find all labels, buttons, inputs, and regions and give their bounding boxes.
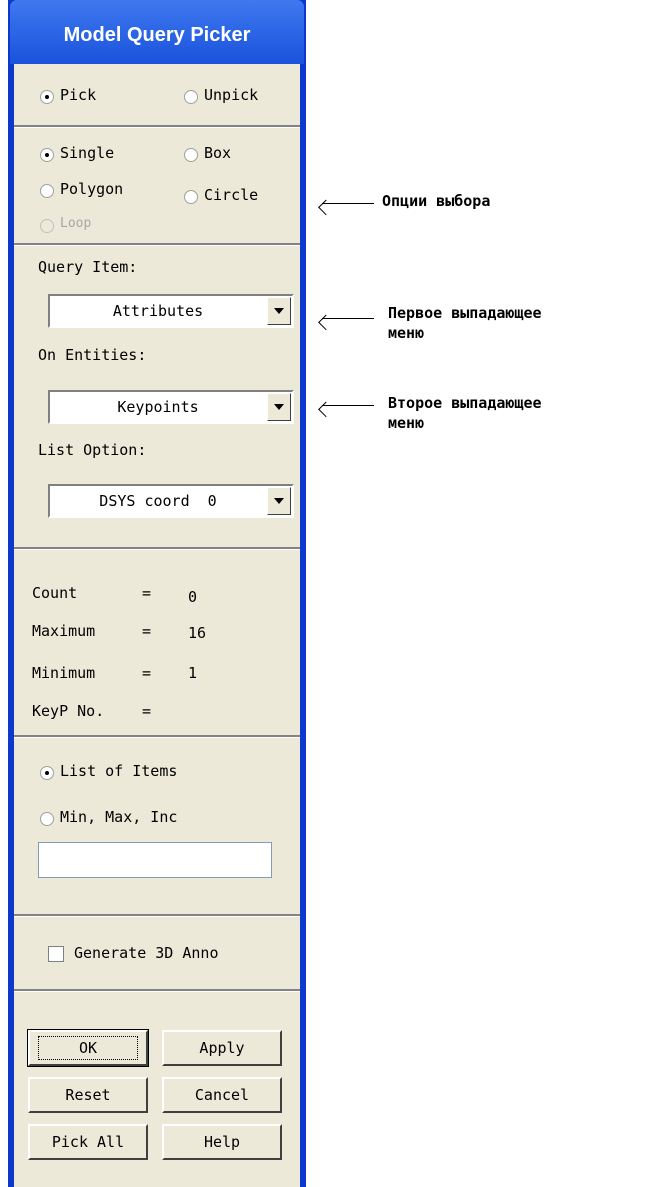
separator: [14, 914, 300, 917]
ok-button-label: OK: [37, 1036, 139, 1060]
pick-label: Pick: [60, 86, 97, 104]
loop-radio[interactable]: [40, 219, 54, 233]
circle-label: Circle: [204, 186, 259, 204]
help-button[interactable]: Help: [162, 1124, 282, 1160]
list-of-items-radio[interactable]: [40, 766, 54, 780]
unpick-radio[interactable]: [184, 90, 198, 104]
minimum-equals: =: [142, 664, 152, 682]
maximum-value: 16: [188, 624, 207, 642]
list-option-value: DSYS coord 0: [99, 492, 217, 510]
min-max-inc-label: Min, Max, Inc: [60, 808, 178, 826]
annotation-arrow-icon: [322, 203, 374, 204]
single-label: Single: [60, 144, 115, 162]
unpick-label: Unpick: [204, 86, 259, 104]
min-max-inc-radio[interactable]: [40, 812, 54, 826]
maximum-equals: =: [142, 622, 152, 640]
loop-label: Loop: [60, 216, 92, 231]
single-radio[interactable]: [40, 148, 54, 162]
count-value: 0: [188, 588, 198, 606]
count-equals: =: [142, 584, 152, 602]
list-option-label: List Option:: [38, 441, 147, 459]
annotation-first-dropdown-line1: Первое выпадающее: [388, 304, 542, 322]
on-entities-label: On Entities:: [38, 346, 147, 364]
query-item-label: Query Item:: [38, 258, 138, 276]
box-radio[interactable]: [184, 148, 198, 162]
separator: [14, 243, 300, 246]
on-entities-value: Keypoints: [117, 398, 199, 416]
dropdown-arrow-icon[interactable]: [267, 297, 291, 325]
keyp-equals: =: [142, 702, 152, 720]
window-title: Model Query Picker: [10, 0, 304, 64]
query-item-dropdown[interactable]: Attributes: [48, 294, 294, 328]
pick-all-button[interactable]: Pick All: [28, 1124, 148, 1160]
list-of-items-label: List of Items: [60, 762, 178, 780]
count-label: Count: [32, 584, 78, 602]
annotation-arrow-icon: [322, 405, 374, 406]
dropdown-arrow-icon[interactable]: [267, 487, 291, 515]
polygon-label: Polygon: [60, 180, 124, 198]
query-item-value: Attributes: [112, 302, 204, 320]
picker-window: Model Query Picker Pick Unpick Single Bo…: [8, 0, 306, 1187]
box-label: Box: [204, 144, 232, 162]
ok-button[interactable]: OK: [27, 1029, 149, 1067]
separator: [14, 547, 300, 550]
annotation-selection-options: Опции выбора: [382, 192, 491, 210]
reset-button[interactable]: Reset: [28, 1077, 148, 1113]
pick-items-input[interactable]: [38, 842, 272, 878]
window-client-area: Pick Unpick Single Box Polygon Circle Lo…: [14, 64, 300, 1187]
minimum-label: Minimum: [32, 664, 96, 682]
maximum-label: Maximum: [32, 622, 96, 640]
annotation-second-dropdown-line2: меню: [388, 414, 425, 432]
minimum-value: 1: [188, 664, 198, 682]
dropdown-arrow-icon[interactable]: [267, 393, 291, 421]
annotation-second-dropdown-line1: Второе выпадающее: [388, 394, 542, 412]
generate-3d-label: Generate 3D Anno: [74, 944, 219, 962]
list-option-dropdown[interactable]: DSYS coord 0: [48, 484, 294, 518]
annotation-first-dropdown-line2: меню: [388, 324, 425, 342]
pick-radio[interactable]: [40, 90, 54, 104]
generate-3d-checkbox[interactable]: [48, 946, 64, 962]
polygon-radio[interactable]: [40, 184, 54, 198]
circle-radio[interactable]: [184, 190, 198, 204]
separator: [14, 125, 300, 128]
apply-button[interactable]: Apply: [162, 1030, 282, 1066]
separator: [14, 735, 300, 738]
on-entities-dropdown[interactable]: Keypoints: [48, 390, 294, 424]
cancel-button[interactable]: Cancel: [162, 1077, 282, 1113]
separator: [14, 989, 300, 992]
annotation-arrow-icon: [322, 318, 374, 319]
keyp-label: KeyP No.: [32, 702, 105, 720]
